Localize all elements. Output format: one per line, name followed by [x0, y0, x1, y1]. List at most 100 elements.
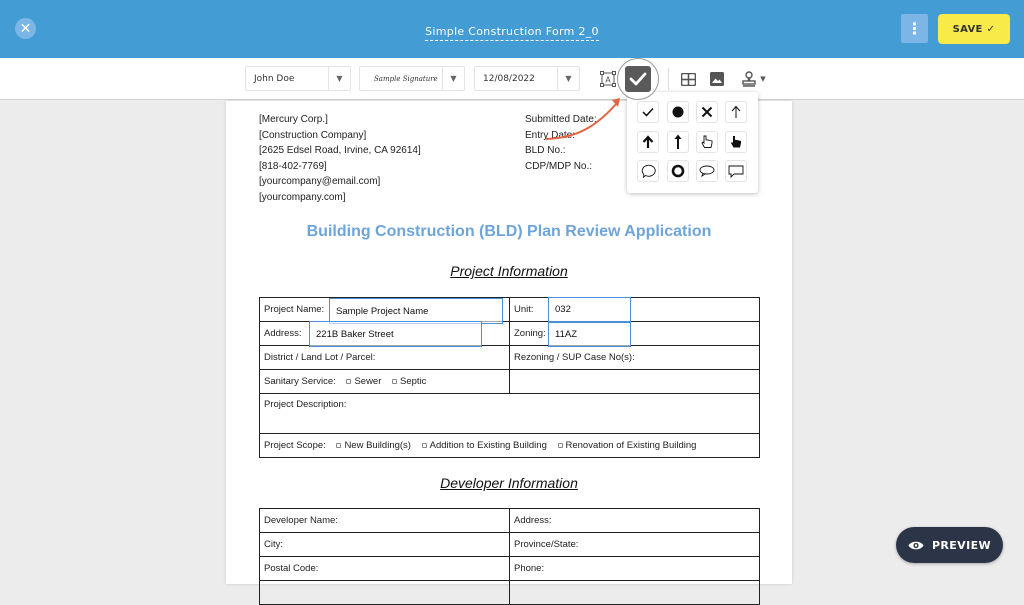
district-label: District / Land Lot / Parcel:	[259, 345, 510, 370]
stamp-cross[interactable]	[696, 101, 718, 123]
close-icon: ✕	[19, 20, 32, 37]
zoning-label: Zoning:	[509, 321, 760, 346]
cross-icon	[701, 106, 713, 118]
septic-checkbox[interactable]	[392, 378, 398, 384]
scope-label: Project Scope:	[264, 440, 326, 451]
document-title[interactable]: Simple Construction Form 2_0	[425, 25, 599, 41]
stamp-tool[interactable]: ▼	[737, 68, 771, 90]
table-row: City: Province/State:	[259, 532, 760, 557]
stamp-speech-round[interactable]	[637, 160, 659, 182]
company-line: [Mercury Corp.]	[259, 114, 328, 125]
meta-line: Entry Date:	[525, 129, 576, 141]
project-section-title: Project Information	[450, 263, 568, 279]
addition-checkbox[interactable]	[421, 442, 427, 448]
sanitary-service-cell: Sanitary Service: Sewer Septic	[259, 369, 510, 394]
table-tool[interactable]	[677, 68, 699, 90]
project-scope-cell: Project Scope: New Building(s) Addition …	[259, 433, 760, 458]
developer-section-title: Developer Information	[440, 475, 578, 491]
name-select[interactable]: John Doe ▼	[245, 66, 351, 91]
svg-text:A: A	[605, 76, 611, 85]
stamp-hand-outline[interactable]	[696, 131, 718, 153]
chevron-down-icon: ▼	[442, 67, 464, 90]
project-description-label: Project Description:	[259, 393, 760, 434]
speech-bubble-round-icon	[641, 164, 656, 178]
unit-label: Unit:	[509, 297, 760, 322]
table-row: Postal Code: Phone:	[259, 556, 760, 581]
stamp-icon	[742, 71, 756, 87]
developer-name-label: Developer Name:	[259, 508, 510, 533]
save-label: SAVE	[952, 23, 983, 35]
scope-option: Addition to Existing Building	[429, 440, 547, 451]
speech-bubble-oval-icon	[699, 165, 715, 177]
scope-option: New Building(s)	[344, 440, 411, 451]
empty-cell	[259, 580, 510, 605]
meta-line: BLD No.:	[525, 145, 566, 156]
stamp-filled-circle[interactable]	[667, 101, 689, 123]
company-line: [2625 Edsel Road, Irvine, CA 92614]	[259, 145, 421, 156]
preview-button[interactable]: PREVIEW	[896, 527, 1003, 563]
stamp-hand-filled[interactable]	[725, 131, 747, 153]
sewer-option: Sewer	[354, 376, 382, 387]
eye-icon	[908, 541, 924, 549]
table-row: Project Description:	[259, 393, 760, 434]
company-line: [818-402-7769]	[259, 160, 327, 172]
developer-address-label: Address:	[509, 508, 760, 533]
meta-line: CDP/MDP No.:	[525, 160, 593, 172]
save-button[interactable]: SAVE ✓	[938, 14, 1010, 44]
zoning-field[interactable]: 11AZ	[548, 322, 631, 347]
date-select-value: 12/08/2022	[483, 73, 535, 84]
table-row: Developer Name: Address:	[259, 508, 760, 533]
new-building-checkbox[interactable]	[336, 442, 342, 448]
sanitary-label: Sanitary Service:	[264, 376, 336, 387]
text-field-icon: A	[600, 71, 616, 87]
stamp-picker-popup	[627, 92, 758, 193]
application-title: Building Construction (BLD) Plan Review …	[306, 223, 712, 240]
arrow-up-thin-icon	[731, 105, 741, 118]
signature-select[interactable]: Sample Signature ▼	[359, 66, 465, 91]
text-field-tool[interactable]: A	[597, 68, 619, 90]
image-tool[interactable]	[706, 68, 728, 90]
speech-bubble-rect-icon	[728, 165, 744, 178]
stamp-arrow-up-bold[interactable]	[637, 131, 659, 153]
meta-line: Submitted Date:	[525, 114, 597, 125]
arrow-up-bold-icon	[642, 135, 654, 148]
preview-label: PREVIEW	[931, 538, 992, 552]
stamp-speech-oval[interactable]	[696, 160, 718, 182]
table-row: District / Land Lot / Parcel: Rezoning /…	[259, 345, 760, 370]
address-field[interactable]: 221B Baker Street	[309, 321, 482, 347]
hand-pointer-outline-icon	[701, 135, 713, 148]
stamp-ring[interactable]	[667, 160, 689, 182]
stamp-checkmark[interactable]	[637, 101, 659, 123]
table-row: Sanitary Service: Sewer Septic	[259, 369, 760, 394]
empty-cell	[509, 369, 760, 394]
developer-info-table: Developer Name: Address: City: Province/…	[259, 508, 760, 605]
stamp-arrow-up-long[interactable]	[667, 131, 689, 153]
stamp-arrow-up-thin[interactable]	[725, 101, 747, 123]
company-line: [Construction Company]	[259, 129, 367, 141]
more-options-button[interactable]: ⋮	[901, 14, 928, 43]
name-select-value: John Doe	[254, 73, 295, 84]
ring-icon	[671, 164, 685, 178]
hand-pointer-filled-icon	[731, 136, 741, 148]
checkmark-stamp-tool[interactable]	[617, 58, 659, 100]
image-icon	[710, 72, 724, 86]
table-row: Project Scope: New Building(s) Addition …	[259, 433, 760, 458]
sewer-checkbox[interactable]	[346, 378, 352, 384]
editor-toolbar: John Doe ▼ Sample Signature ▼ 12/08/2022…	[0, 58, 1024, 100]
unit-field[interactable]: 032	[548, 297, 631, 322]
stamp-speech-rect[interactable]	[725, 160, 747, 182]
table-row	[259, 580, 760, 605]
filled-circle-icon	[672, 106, 684, 118]
company-line: [yourcompany.com]	[259, 191, 346, 203]
chevron-down-icon: ▼	[557, 67, 579, 90]
chevron-down-icon: ▼	[328, 67, 350, 90]
renovation-checkbox[interactable]	[557, 442, 563, 448]
signature-select-value: Sample Signature	[374, 74, 438, 83]
date-select[interactable]: 12/08/2022 ▼	[474, 66, 580, 91]
check-icon: ✓	[986, 23, 996, 35]
close-button[interactable]: ✕	[15, 18, 36, 39]
toolbar-divider	[668, 68, 669, 90]
checkmark-stamp-icon	[625, 66, 651, 92]
chevron-down-icon: ▼	[760, 75, 766, 83]
company-info: [Mercury Corp.] [Construction Company] […	[259, 112, 421, 205]
